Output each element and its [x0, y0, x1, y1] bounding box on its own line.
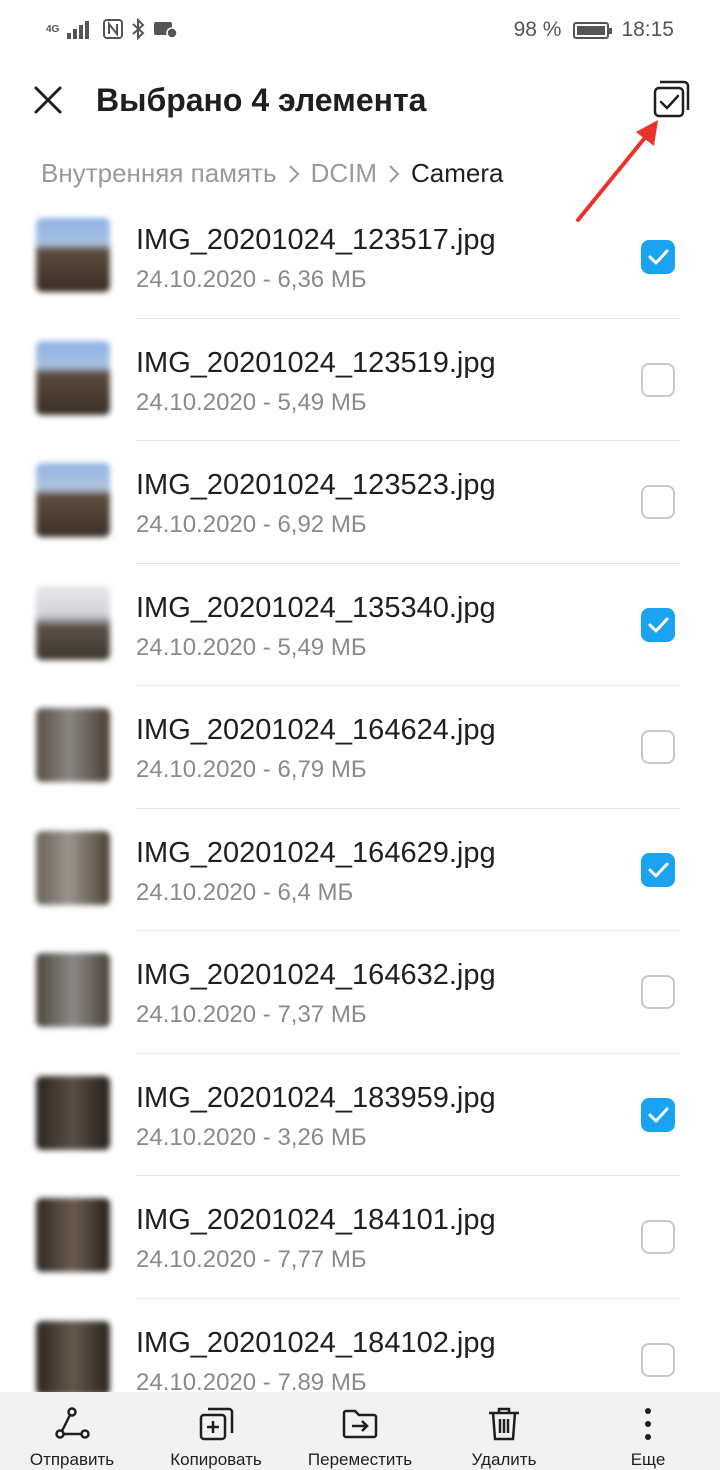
file-meta: 24.10.2020 - 5,49 МБ [136, 633, 367, 661]
file-meta: 24.10.2020 - 5,49 МБ [136, 388, 367, 416]
bottom-action-bar: Отправить Копировать Переместить Удалить… [0, 1392, 720, 1470]
breadcrumb-dcim[interactable]: DCIM [311, 158, 377, 189]
photo-thumbnail [36, 340, 110, 415]
move-label: Переместить [307, 1450, 413, 1469]
file-name: IMG_20201024_184102.jpg [136, 1326, 496, 1359]
message-icon [154, 22, 178, 39]
file-checkbox[interactable] [641, 975, 675, 1009]
photo-thumbnail [36, 218, 110, 292]
file-meta: 24.10.2020 - 6,36 МБ [136, 266, 367, 293]
signal-icon [67, 21, 90, 39]
chevron-right-icon [389, 164, 400, 183]
file-checkbox[interactable] [641, 485, 675, 519]
file-meta: 24.10.2020 - 6,92 МБ [136, 511, 367, 538]
check-icon [648, 862, 669, 877]
copy-button[interactable]: Копировать [144, 1392, 288, 1470]
battery-icon [573, 21, 613, 39]
file-checkbox[interactable] [641, 240, 675, 274]
file-name: IMG_20201024_123517.jpg [136, 224, 496, 256]
file-meta: 24.10.2020 - 6,79 МБ [136, 756, 367, 783]
file-checkbox[interactable] [641, 852, 675, 887]
photo-thumbnail [36, 463, 110, 537]
battery-percent: 98 % [513, 18, 562, 41]
send-button[interactable]: Отправить [0, 1392, 144, 1470]
photo-thumbnail [36, 1198, 110, 1272]
file-checkbox[interactable] [641, 1097, 675, 1132]
file-meta: 24.10.2020 - 6,4 МБ [136, 878, 354, 906]
file-row[interactable]: IMG_20201024_164624.jpg 24.10.2020 - 6,7… [0, 686, 720, 809]
breadcrumb-camera: Camera [411, 158, 504, 188]
more-icon [645, 1408, 651, 1440]
file-row[interactable]: IMG_20201024_135340.jpg 24.10.2020 - 5,4… [0, 564, 720, 686]
send-label: Отправить [29, 1450, 115, 1469]
status-right: 98 % 18:15 [514, 18, 674, 42]
photo-thumbnail [36, 830, 110, 905]
file-name: IMG_20201024_164632.jpg [136, 959, 496, 991]
file-row[interactable]: IMG_20201024_184101.jpg 24.10.2020 - 7,7… [0, 1176, 720, 1299]
file-row[interactable]: IMG_20201024_123519.jpg 24.10.2020 - 5,4… [0, 319, 720, 441]
file-checkbox[interactable] [641, 607, 675, 642]
nfc-icon [103, 19, 124, 39]
network-label: 4G [46, 23, 60, 35]
chevron-right-icon [288, 164, 299, 183]
file-name: IMG_20201024_123519.jpg [136, 346, 496, 379]
breadcrumb-internal-storage[interactable]: Внутренняя память [41, 158, 277, 189]
file-checkbox[interactable] [641, 1342, 675, 1377]
move-button[interactable]: Переместить [288, 1392, 432, 1470]
check-icon [648, 1107, 669, 1122]
file-checkbox[interactable] [641, 730, 675, 764]
file-checkbox[interactable] [641, 362, 675, 397]
delete-button[interactable]: Удалить [432, 1392, 576, 1470]
file-checkbox[interactable] [641, 1220, 675, 1254]
file-meta: 24.10.2020 - 7,77 МБ [136, 1246, 367, 1273]
status-bar: 4G 98 % 18:15 [0, 0, 720, 62]
more-label: Еще [630, 1450, 666, 1469]
page-title: Выбрано 4 элемента [96, 82, 427, 118]
file-meta: 24.10.2020 - 7,37 МБ [136, 1001, 367, 1028]
file-row[interactable]: IMG_20201024_183959.jpg 24.10.2020 - 3,2… [0, 1054, 720, 1176]
photo-thumbnail [36, 1075, 110, 1150]
clock: 18:15 [621, 18, 674, 41]
file-list: IMG_20201024_123517.jpg 24.10.2020 - 6,3… [0, 196, 720, 1421]
file-name: IMG_20201024_164629.jpg [136, 836, 496, 869]
bluetooth-icon [132, 18, 145, 40]
file-meta: 24.10.2020 - 3,26 МБ [136, 1123, 367, 1151]
file-name: IMG_20201024_135340.jpg [136, 591, 496, 624]
status-icons: 4G [46, 18, 178, 40]
delete-icon [489, 1407, 519, 1441]
photo-thumbnail [36, 953, 110, 1027]
more-button[interactable]: Еще [576, 1392, 720, 1470]
photo-thumbnail [36, 708, 110, 782]
file-name: IMG_20201024_164624.jpg [136, 714, 496, 746]
photo-thumbnail [36, 585, 110, 660]
file-row[interactable]: IMG_20201024_164632.jpg 24.10.2020 - 7,3… [0, 931, 720, 1054]
file-name: IMG_20201024_183959.jpg [136, 1081, 496, 1114]
move-icon [342, 1409, 378, 1439]
check-icon [648, 617, 669, 632]
photo-thumbnail [36, 1320, 110, 1395]
breadcrumb: Внутренняя память DCIM Camera [41, 158, 504, 189]
copy-icon [199, 1407, 234, 1441]
file-row[interactable]: IMG_20201024_123517.jpg 24.10.2020 - 6,3… [0, 196, 720, 319]
check-icon [648, 249, 669, 265]
share-icon [55, 1407, 90, 1439]
close-icon[interactable] [28, 80, 68, 120]
copy-label: Копировать [170, 1450, 262, 1469]
file-name: IMG_20201024_184101.jpg [136, 1204, 496, 1236]
file-row[interactable]: IMG_20201024_123523.jpg 24.10.2020 - 6,9… [0, 441, 720, 564]
file-name: IMG_20201024_123523.jpg [136, 469, 496, 501]
delete-label: Удалить [471, 1450, 537, 1469]
file-row[interactable]: IMG_20201024_164629.jpg 24.10.2020 - 6,4… [0, 809, 720, 931]
